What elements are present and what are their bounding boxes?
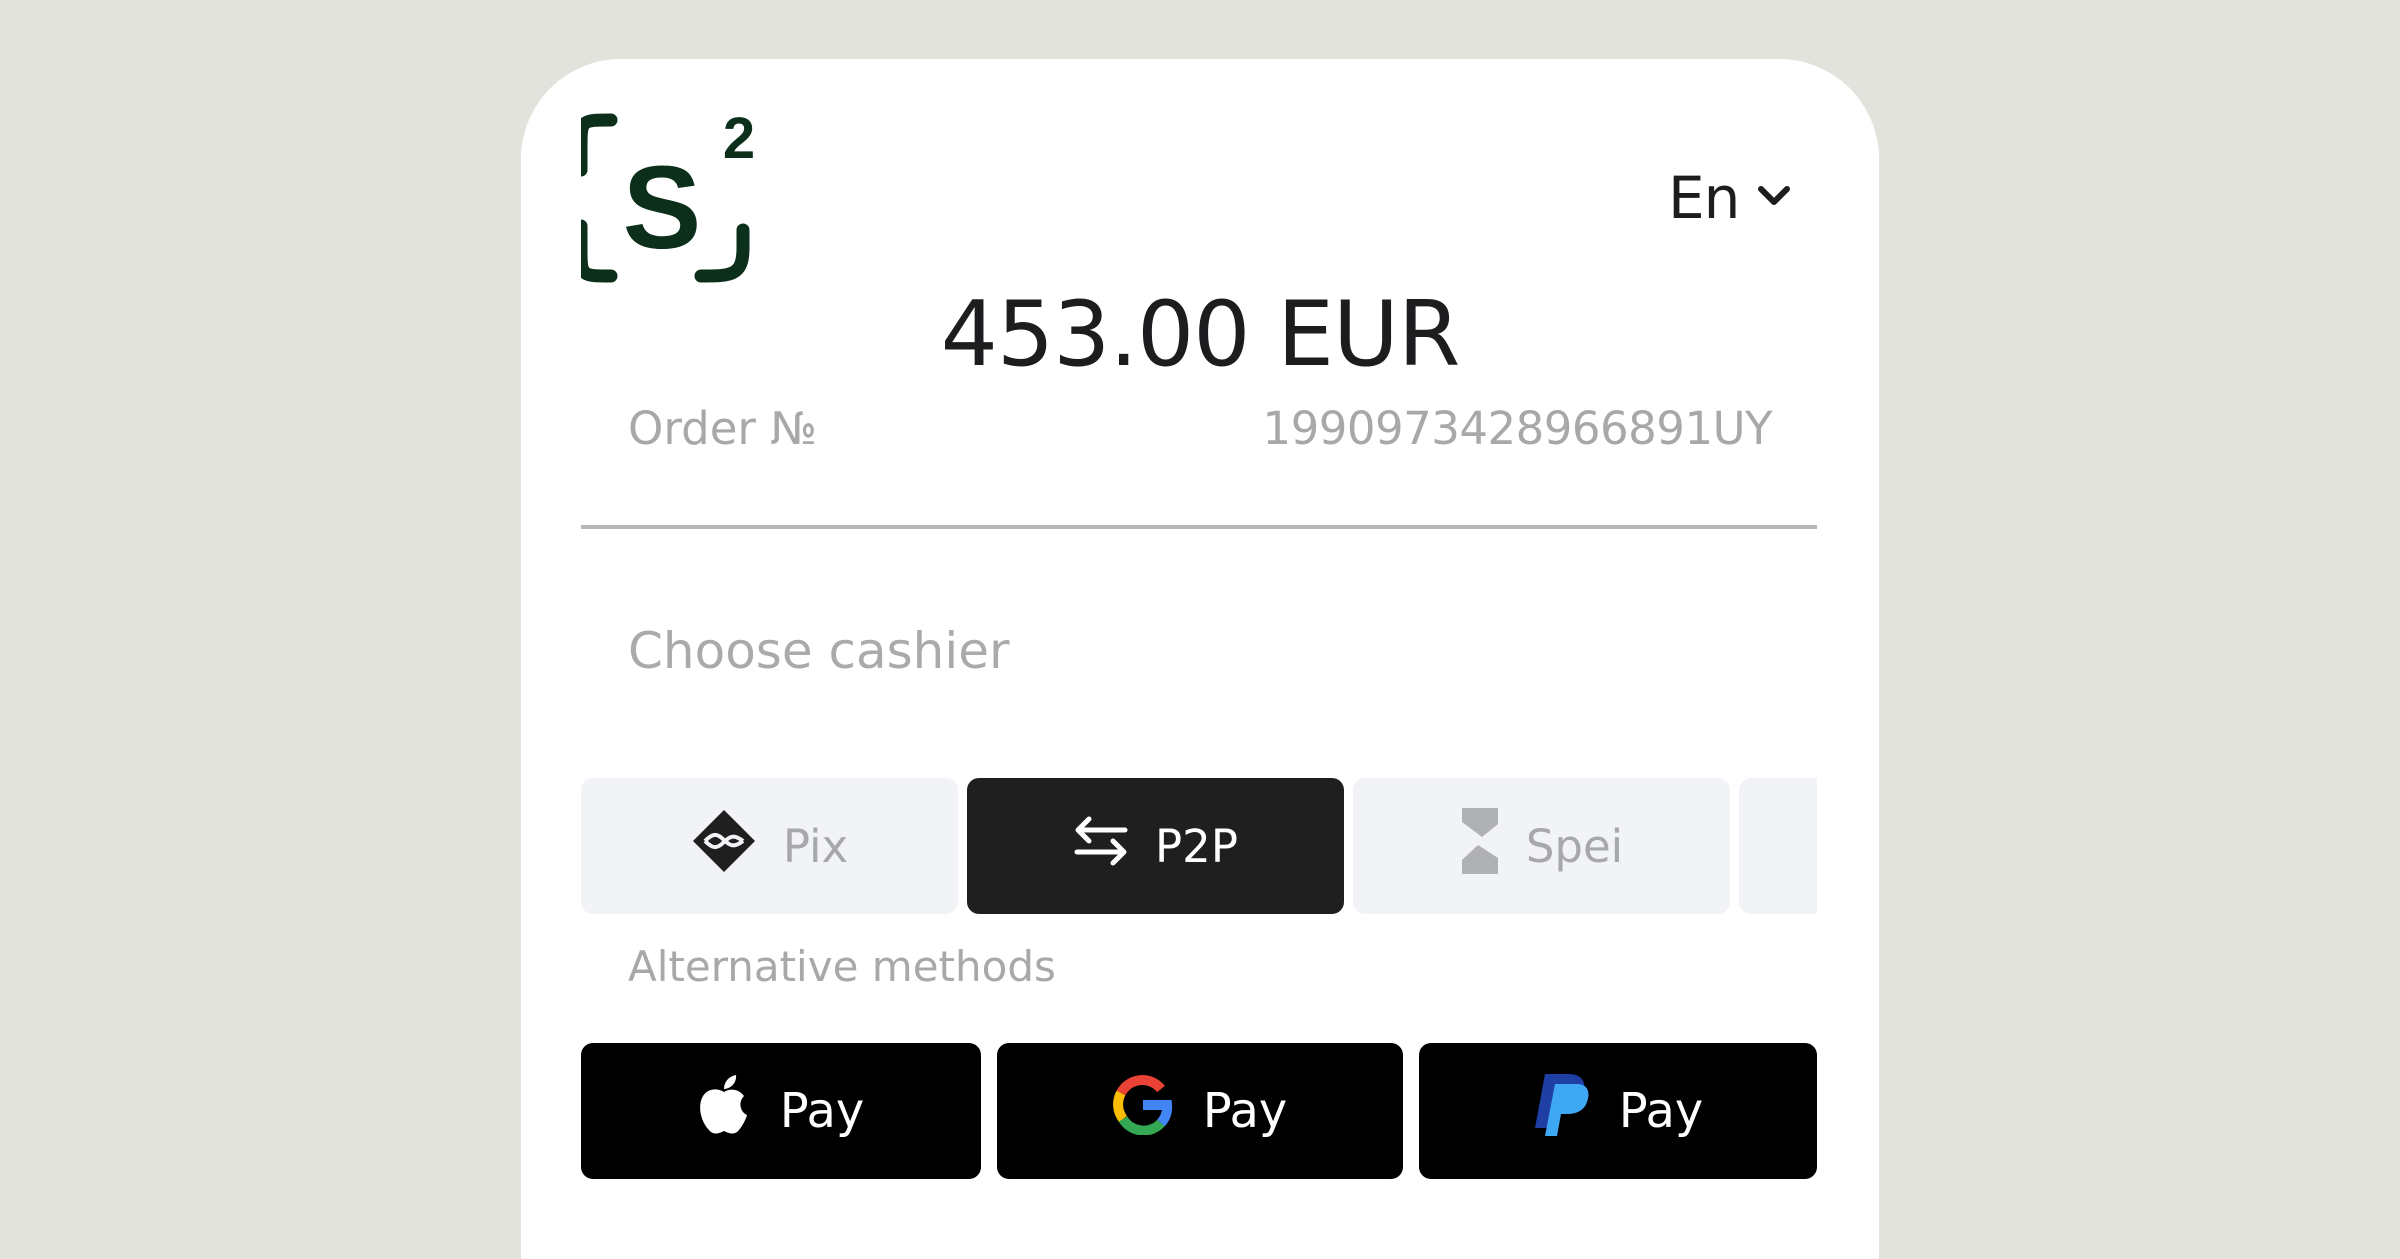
logo-letter: S (623, 142, 702, 274)
alternative-methods-heading: Alternative methods (628, 942, 1056, 991)
google-pay-button[interactable]: Pay (997, 1043, 1403, 1179)
brand-logo: S 2 (574, 106, 756, 283)
choose-cashier-heading: Choose cashier (628, 622, 1010, 680)
apple-pay-button[interactable]: Pay (581, 1043, 981, 1179)
paypal-icon (1533, 1072, 1589, 1150)
pay-label: Pay (1202, 1083, 1288, 1139)
method-label: Spei (1525, 819, 1624, 873)
order-number-label: Order № (628, 402, 817, 455)
transfer-arrows-icon (1073, 814, 1129, 879)
language-selector[interactable]: En (1668, 160, 1791, 236)
method-p2p[interactable]: P2P (967, 778, 1344, 914)
method-spei[interactable]: Spei (1353, 778, 1730, 914)
method-more[interactable] (1739, 778, 1817, 914)
order-amount: 453.00 EUR (940, 282, 1461, 387)
method-pix[interactable]: Pix (581, 778, 958, 914)
pay-label: Pay (1618, 1083, 1704, 1139)
pix-icon (691, 808, 757, 885)
language-label: En (1668, 164, 1740, 232)
logo-superscript: 2 (723, 108, 755, 171)
google-icon (1112, 1075, 1173, 1147)
spei-icon (1460, 806, 1500, 887)
paypal-button[interactable]: Pay (1419, 1043, 1817, 1179)
apple-icon (698, 1074, 750, 1148)
chevron-down-icon (1757, 185, 1791, 211)
cashier-methods-list[interactable]: Pix P2P Spei (581, 778, 1817, 914)
method-label: Pix (782, 819, 849, 873)
divider (581, 525, 1817, 529)
order-number-value: 1990973428966891UY (1262, 402, 1772, 455)
method-label: P2P (1155, 819, 1238, 873)
pay-label: Pay (779, 1083, 865, 1139)
